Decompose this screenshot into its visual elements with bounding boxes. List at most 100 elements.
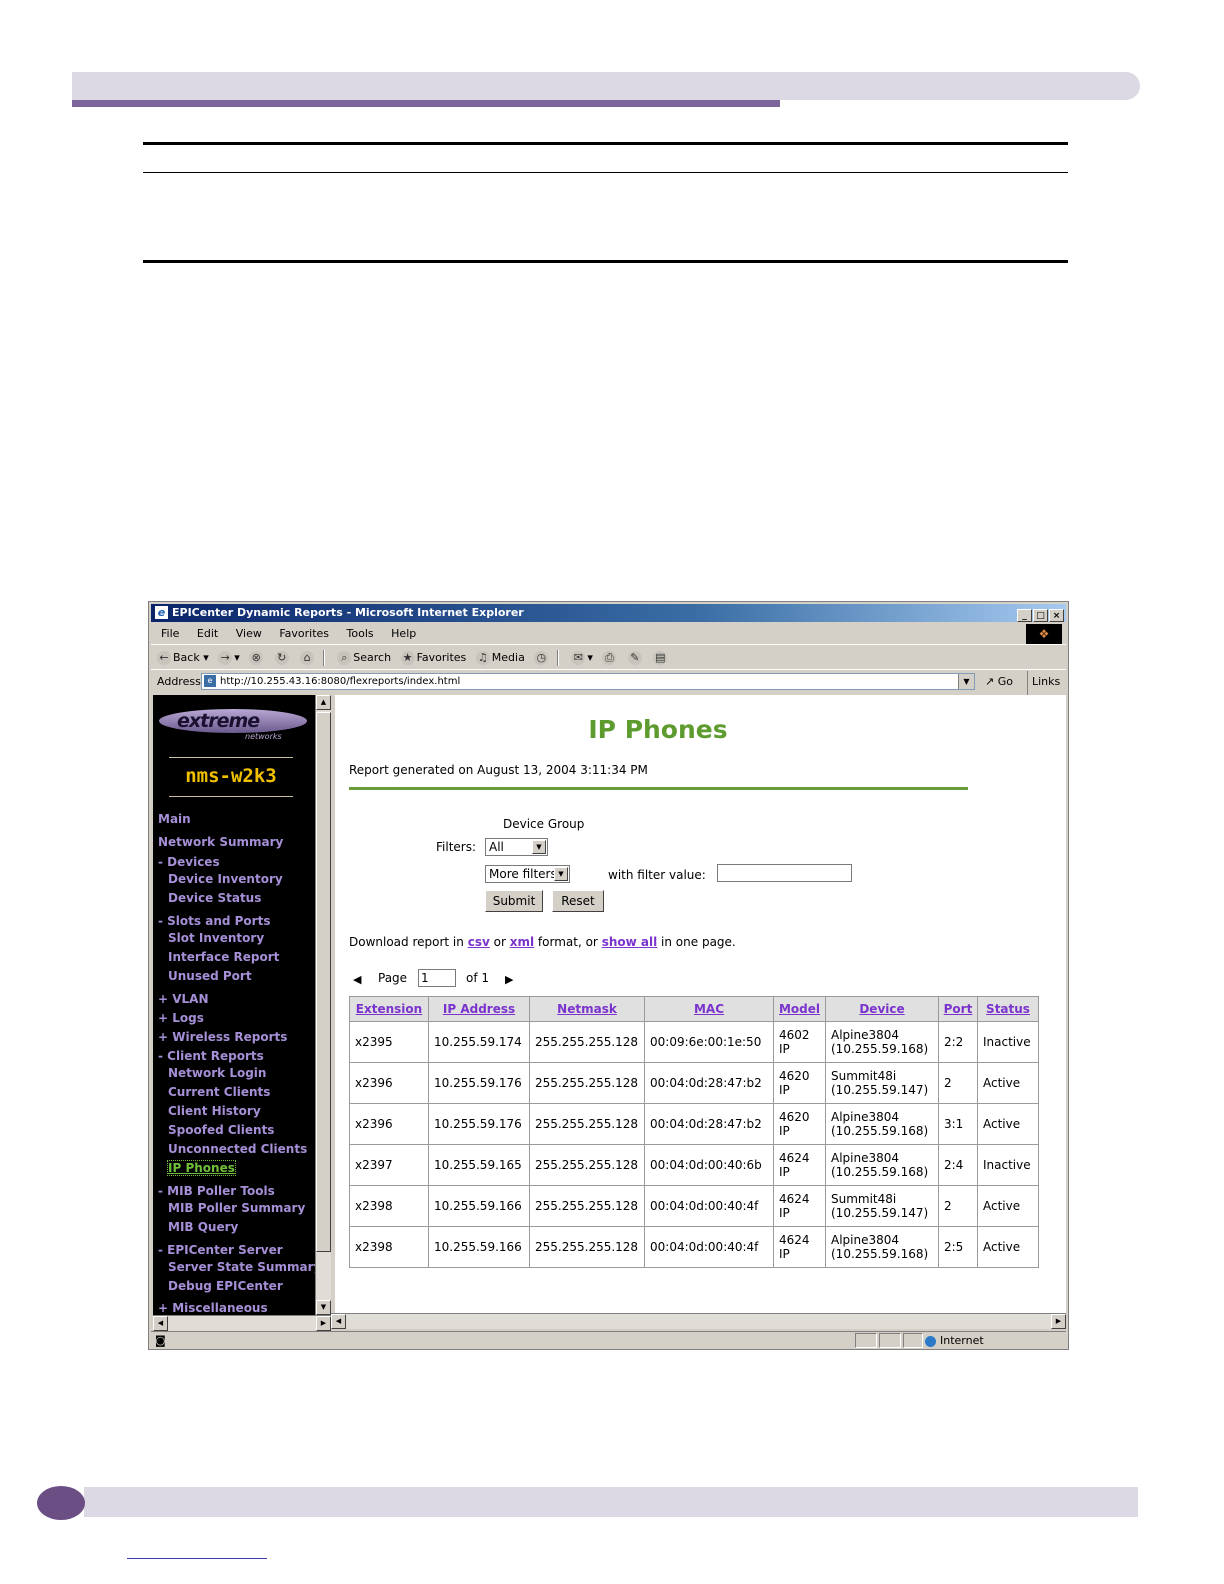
sidebar-item-vlan[interactable]: + VLAN: [158, 992, 209, 1006]
table-row: x2397 10.255.59.165 255.255.255.128 00:0…: [349, 1144, 1039, 1186]
sidebar-item-miscellaneous[interactable]: + Miscellaneous: [158, 1301, 268, 1315]
page-header-accent: [72, 100, 780, 107]
menu-help[interactable]: Help: [391, 627, 416, 640]
menu-file[interactable]: File: [161, 627, 179, 640]
content-horizontal-scrollbar[interactable]: ◀ ▶: [331, 1313, 1066, 1329]
sidebar-item-logs[interactable]: + Logs: [158, 1011, 204, 1025]
sidebar-item-client-reports[interactable]: - Client Reports: [158, 1049, 264, 1063]
scroll-left-icon[interactable]: ◀: [331, 1314, 346, 1329]
go-button[interactable]: ↗ Go: [985, 671, 1013, 693]
sidebar-item-devices[interactable]: - Devices: [158, 855, 220, 869]
col-netmask[interactable]: Netmask: [529, 996, 645, 1022]
sidebar-item-slot-inventory[interactable]: Slot Inventory: [168, 931, 264, 945]
scroll-right-icon[interactable]: ▶: [1051, 1314, 1066, 1329]
filter-value-input[interactable]: [717, 864, 852, 882]
close-button[interactable]: ×: [1049, 609, 1064, 622]
sidebar-item-wireless-reports[interactable]: + Wireless Reports: [158, 1030, 287, 1044]
sidebar-item-mib-poller-tools[interactable]: - MIB Poller Tools: [158, 1184, 275, 1198]
page-status-icon: ◙: [155, 1334, 166, 1347]
page-number-input[interactable]: 1: [418, 969, 456, 987]
col-device[interactable]: Device: [825, 996, 939, 1022]
globe-icon: [925, 1335, 936, 1347]
search-button[interactable]: ⌕ Search: [337, 647, 391, 669]
scroll-right-icon[interactable]: ▶: [316, 1316, 331, 1331]
sidebar-item-current-clients[interactable]: Current Clients: [168, 1085, 270, 1099]
show-all-link[interactable]: show all: [602, 935, 658, 949]
sidebar-horizontal-scrollbar[interactable]: ◀ ▶: [153, 1315, 331, 1331]
col-extension[interactable]: Extension: [349, 996, 429, 1022]
forward-button[interactable]: → ▾: [218, 647, 240, 669]
discuss-button[interactable]: ▤: [653, 647, 669, 669]
minimize-button[interactable]: _: [1017, 609, 1032, 622]
sidebar-item-slots-and-ports[interactable]: - Slots and Ports: [158, 914, 270, 928]
page-count: of 1: [466, 971, 490, 985]
more-filters-select[interactable]: More filters ▼: [485, 865, 570, 883]
mail-button[interactable]: ✉ ▾: [571, 647, 593, 669]
window-title: EPICenter Dynamic Reports - Microsoft In…: [172, 606, 524, 619]
sidebar-item-device-inventory[interactable]: Device Inventory: [168, 872, 283, 886]
sidebar-vertical-scrollbar[interactable]: ▲ ▼: [315, 695, 331, 1315]
sidebar-item-mib-poller-summary[interactable]: MIB Poller Summary: [168, 1201, 305, 1215]
scroll-up-icon[interactable]: ▲: [316, 695, 331, 710]
col-mac[interactable]: MAC: [644, 996, 774, 1022]
sidebar-item-unused-port[interactable]: Unused Port: [168, 969, 252, 983]
sidebar: extreme networks nms-w2k3 Main Network S…: [153, 695, 315, 1315]
stop-button[interactable]: ⊗: [249, 647, 265, 669]
edit-button[interactable]: ✎: [627, 647, 644, 669]
sidebar-item-client-history[interactable]: Client History: [168, 1104, 261, 1118]
address-label: Address: [157, 675, 201, 688]
sidebar-item-unconnected-clients[interactable]: Unconnected Clients: [168, 1142, 307, 1156]
previous-page-icon[interactable]: ◀: [353, 973, 361, 986]
report-generated-text: Report generated on August 13, 2004 3:11…: [349, 763, 648, 777]
address-dropdown-button[interactable]: ▼: [958, 674, 974, 689]
next-page-icon[interactable]: ▶: [505, 973, 513, 986]
sidebar-item-main[interactable]: Main: [158, 812, 191, 826]
page-icon: e: [204, 675, 216, 687]
back-button[interactable]: ← Back ▾: [157, 647, 209, 669]
scroll-down-icon[interactable]: ▼: [316, 1300, 331, 1315]
col-ip-address[interactable]: IP Address: [428, 996, 530, 1022]
table-row: x2396 10.255.59.176 255.255.255.128 00:0…: [349, 1103, 1039, 1145]
sidebar-item-interface-report[interactable]: Interface Report: [168, 950, 279, 964]
reset-button[interactable]: Reset: [552, 890, 604, 912]
submit-button[interactable]: Submit: [485, 890, 543, 912]
col-status[interactable]: Status: [977, 996, 1039, 1022]
device-group-label: Device Group: [503, 817, 585, 831]
csv-link[interactable]: csv: [468, 935, 490, 949]
device-group-select[interactable]: All ▼: [485, 838, 548, 856]
sidebar-item-ip-phones[interactable]: IP Phones: [167, 1160, 236, 1176]
menu-view[interactable]: View: [236, 627, 262, 640]
table-row: x2398 10.255.59.166 255.255.255.128 00:0…: [349, 1185, 1039, 1227]
menu-tools[interactable]: Tools: [347, 627, 374, 640]
maximize-button[interactable]: □: [1033, 609, 1048, 622]
scroll-thumb[interactable]: [316, 712, 331, 1252]
ip-phones-table: Extension IP Address Netmask MAC Model D…: [349, 996, 1039, 1268]
page-header-band: [72, 72, 1140, 100]
address-input[interactable]: e http://10.255.43.16:8080/flexreports/i…: [201, 673, 975, 690]
col-model[interactable]: Model: [773, 996, 826, 1022]
menu-favorites[interactable]: Favorites: [279, 627, 329, 640]
sidebar-item-spoofed-clients[interactable]: Spoofed Clients: [168, 1123, 274, 1137]
media-button[interactable]: ♫ Media: [475, 647, 525, 669]
print-button[interactable]: ⎙: [602, 647, 618, 669]
scroll-left-icon[interactable]: ◀: [153, 1316, 168, 1331]
xml-link[interactable]: xml: [510, 935, 534, 949]
sidebar-item-server-state-summary[interactable]: Server State Summary: [168, 1260, 315, 1274]
sidebar-item-debug-epicenter[interactable]: Debug EPICenter: [168, 1279, 283, 1293]
chevron-down-icon: ▼: [532, 840, 546, 854]
menu-edit[interactable]: Edit: [197, 627, 218, 640]
sidebar-item-network-summary[interactable]: Network Summary: [158, 835, 283, 849]
download-line: Download report in csv or xml format, or…: [349, 935, 736, 949]
address-url: http://10.255.43.16:8080/flexreports/ind…: [220, 676, 461, 687]
refresh-button[interactable]: ↻: [274, 647, 291, 669]
edit-icon: ✎: [627, 651, 642, 665]
sidebar-item-network-login[interactable]: Network Login: [168, 1066, 266, 1080]
sidebar-item-mib-query[interactable]: MIB Query: [168, 1220, 238, 1234]
favorites-button[interactable]: ★ Favorites: [400, 647, 466, 669]
sidebar-item-device-status[interactable]: Device Status: [168, 891, 261, 905]
page-title: IP Phones: [588, 715, 728, 744]
sidebar-item-epicenter-server[interactable]: - EPICenter Server: [158, 1243, 283, 1257]
col-port[interactable]: Port: [938, 996, 978, 1022]
home-button[interactable]: ⌂: [300, 647, 316, 669]
history-button[interactable]: ◷: [534, 647, 550, 669]
